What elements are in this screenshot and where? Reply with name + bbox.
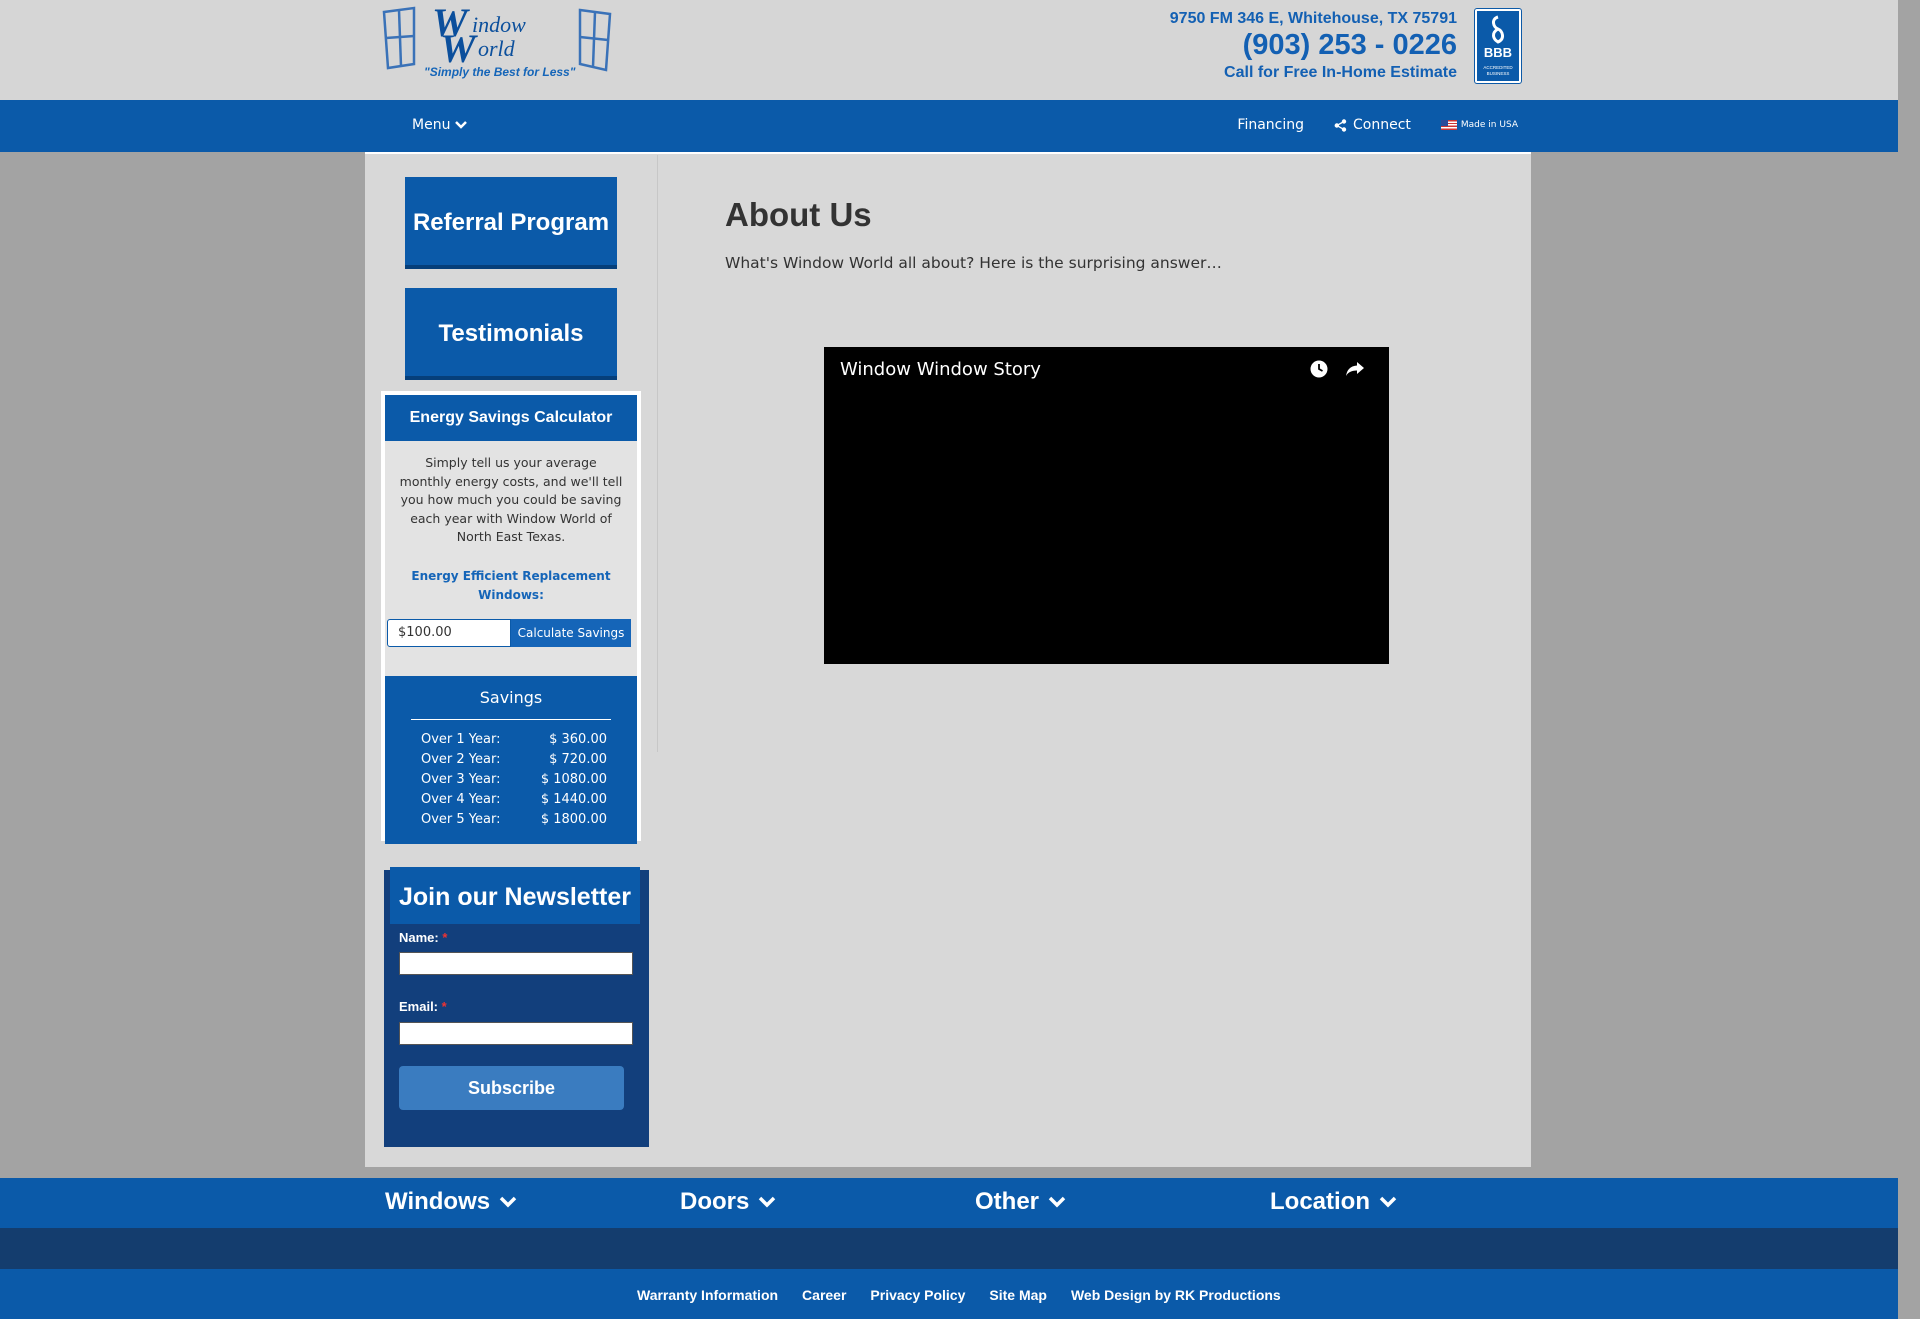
footer-cat-location[interactable]: Location	[1270, 1188, 1398, 1216]
connect-label: Connect	[1353, 117, 1411, 133]
footer-link-row: Warranty Information Career Privacy Poli…	[637, 1287, 1281, 1303]
calculator-title: Energy Savings Calculator	[385, 395, 637, 441]
main-nav: Menu Financing Connect Made in USA	[0, 100, 1898, 152]
contact-block: 9750 FM 346 E, Whitehouse, TX 75791 (903…	[1170, 10, 1457, 84]
nav-right: Financing Connect Made in USA	[1237, 117, 1518, 133]
made-in-usa-label: Made in USA	[1460, 120, 1518, 130]
savings-row-label: Over 2 Year:	[421, 752, 501, 767]
subscribe-button[interactable]: Subscribe	[399, 1066, 624, 1110]
chevron-down-icon	[1379, 1196, 1397, 1208]
intro-text: What's Window World all about? Here is t…	[725, 254, 1222, 272]
savings-row: Over 4 Year: $ 1440.00	[421, 790, 607, 810]
video-player[interactable]: Window Window Story	[824, 347, 1389, 664]
estimate-cta[interactable]: Call for Free In-Home Estimate	[1170, 62, 1457, 84]
nav-financing[interactable]: Financing	[1237, 117, 1304, 133]
testimonials-button[interactable]: Testimonials	[405, 288, 617, 380]
footer-links: Warranty Information Career Privacy Poli…	[0, 1269, 1898, 1319]
savings-row-value: $ 720.00	[549, 752, 607, 767]
newsletter-form: Join our Newsletter Name: * Email: * Sub…	[384, 870, 649, 1147]
chevron-down-icon	[499, 1196, 517, 1208]
savings-row-value: $ 360.00	[549, 732, 607, 747]
calculator-description: Simply tell us your average monthly ener…	[399, 455, 623, 544]
footer-link-webdesign[interactable]: Web Design by RK Productions	[1071, 1287, 1281, 1303]
calculator-body: Simply tell us your average monthly ener…	[385, 441, 637, 683]
savings-row-label: Over 5 Year:	[421, 812, 501, 827]
savings-row-label: Over 3 Year:	[421, 772, 501, 787]
made-in-usa: Made in USA	[1440, 120, 1518, 130]
chevron-down-icon	[455, 121, 468, 129]
name-label-text: Name:	[399, 930, 439, 945]
address: 9750 FM 346 E, Whitehouse, TX 75791	[1169, 10, 1457, 27]
column-divider	[657, 155, 658, 752]
newsletter-title: Join our Newsletter	[390, 870, 640, 924]
footer-link-privacy[interactable]: Privacy Policy	[870, 1287, 965, 1303]
footer-cat-other[interactable]: Other	[975, 1188, 1067, 1216]
savings-row-value: $ 1800.00	[540, 812, 607, 827]
email-field[interactable]	[399, 1022, 633, 1045]
savings-rows: Over 1 Year: $ 360.00 Over 2 Year: $ 720.0…	[421, 730, 607, 830]
us-flag-icon	[1440, 120, 1457, 130]
monthly-cost-input[interactable]: $100.00	[387, 619, 511, 647]
footer-cat-label: Windows	[385, 1188, 491, 1215]
svg-text:BUSINESS: BUSINESS	[1487, 71, 1510, 76]
calculator-subtitle: Energy Efficient Replacement Windows:	[411, 569, 611, 602]
phone-number[interactable]: (903) 253 - 0226	[1170, 28, 1457, 62]
savings-row: Over 5 Year: $ 1800.00	[421, 810, 607, 830]
footer-cat-windows[interactable]: Windows	[385, 1188, 518, 1216]
footer-cat-label: Doors	[680, 1188, 750, 1215]
footer-link-sitemap[interactable]: Site Map	[989, 1287, 1047, 1303]
savings-row: Over 3 Year: $ 1080.00	[421, 770, 607, 790]
footer-link-career[interactable]: Career	[802, 1287, 846, 1303]
nav-connect[interactable]: Connect	[1334, 117, 1411, 133]
chevron-down-icon	[1048, 1196, 1066, 1208]
footer-cat-label: Other	[975, 1188, 1040, 1215]
savings-row: Over 1 Year: $ 360.00	[421, 730, 607, 750]
savings-row-label: Over 1 Year:	[421, 732, 501, 747]
watch-later-icon[interactable]	[1310, 360, 1328, 378]
email-label: Email: *	[399, 999, 447, 1014]
chevron-down-icon	[759, 1196, 776, 1208]
name-label: Name: *	[399, 930, 447, 945]
bbb-badge[interactable]: BBB ACCREDITED BUSINESS	[1474, 8, 1522, 84]
logo-tagline: "Simply the Best for Less"	[424, 65, 576, 79]
savings-row-value: $ 1440.00	[540, 792, 607, 807]
savings-panel: Savings Over 1 Year: $ 360.00 Over 2 Year…	[385, 676, 637, 844]
svg-text:BBB: BBB	[1484, 45, 1512, 60]
savings-title: Savings	[479, 688, 543, 707]
menu-toggle[interactable]: Menu	[412, 117, 468, 133]
energy-savings-calculator: Energy Savings Calculator Simply tell us…	[381, 391, 641, 844]
page-title: About Us	[725, 196, 872, 233]
calculate-savings-button[interactable]: Calculate Savings	[511, 619, 631, 647]
menu-label: Menu	[412, 117, 451, 133]
email-label-text: Email:	[399, 999, 439, 1014]
savings-row-label: Over 4 Year:	[421, 792, 501, 807]
video-title[interactable]: Window Window Story	[840, 359, 1041, 380]
name-field[interactable]	[399, 952, 633, 975]
required-mark: *	[442, 930, 448, 945]
required-mark: *	[441, 999, 447, 1014]
footer-cat-doors[interactable]: Doors	[680, 1188, 777, 1216]
site-header: W indow W orld "Simply the Best for Less…	[0, 0, 1898, 100]
savings-divider	[411, 719, 611, 720]
savings-row-value: $ 1080.00	[540, 772, 607, 787]
svg-text:indow: indow	[472, 12, 526, 37]
footer-link-warranty[interactable]: Warranty Information	[637, 1287, 778, 1303]
svg-text:ACCREDITED: ACCREDITED	[1483, 65, 1513, 70]
footer-band	[0, 1228, 1898, 1269]
svg-text:orld: orld	[478, 36, 516, 61]
footer-categories: Windows Doors Other Location	[0, 1178, 1898, 1228]
share-arrow-icon[interactable]	[1345, 360, 1365, 378]
share-icon	[1334, 118, 1347, 132]
savings-row: Over 2 Year: $ 720.00	[421, 750, 607, 770]
referral-program-button[interactable]: Referral Program	[405, 177, 617, 269]
page: W indow W orld "Simply the Best for Less…	[0, 0, 1898, 1319]
footer-cat-label: Location	[1270, 1188, 1370, 1215]
